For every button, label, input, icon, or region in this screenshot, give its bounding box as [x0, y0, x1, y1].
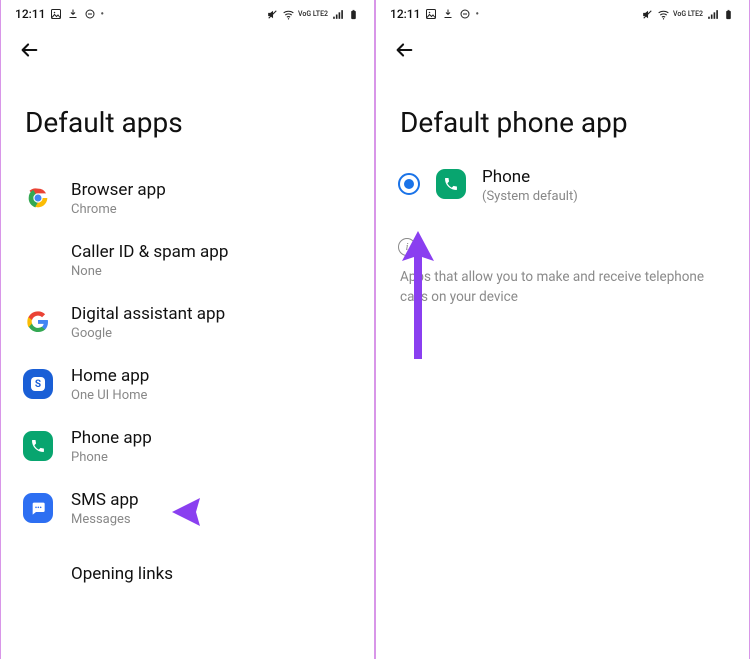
battery-icon — [347, 8, 360, 21]
option-phone[interactable]: Phone (System default) — [376, 159, 749, 212]
appbar — [376, 28, 749, 72]
status-network-label: VoG LTE2 — [673, 11, 703, 18]
back-button[interactable] — [13, 34, 45, 66]
row-sub: Messages — [71, 512, 139, 527]
row-title: Phone app — [71, 428, 152, 448]
row-caller-id-spam-app[interactable]: Caller ID & spam app None — [1, 229, 374, 291]
row-digital-assistant-app[interactable]: Digital assistant app Google — [1, 291, 374, 353]
row-phone-app[interactable]: Phone app Phone — [1, 415, 374, 477]
status-bar: 12:11 • VoG LTE2 — [1, 0, 374, 28]
google-icon — [23, 307, 53, 337]
image-icon — [424, 8, 437, 21]
row-sub: One UI Home — [71, 388, 149, 403]
download-icon — [66, 8, 79, 21]
signal-icon — [706, 8, 719, 21]
option-sub: (System default) — [482, 189, 578, 204]
row-sub: Google — [71, 326, 225, 341]
wifi-icon — [657, 8, 670, 21]
empty-icon — [23, 245, 53, 275]
phone-icon — [436, 169, 466, 199]
appbar — [1, 28, 374, 72]
signal-icon — [331, 8, 344, 21]
page-title: Default phone app — [376, 72, 749, 159]
option-title: Phone — [482, 167, 578, 187]
row-title: Digital assistant app — [71, 304, 225, 324]
status-time: 12:11 — [15, 7, 45, 21]
row-sms-app[interactable]: SMS app Messages — [1, 477, 374, 539]
row-home-app[interactable]: S Home app One UI Home — [1, 353, 374, 415]
phone-icon — [23, 431, 53, 461]
row-sub: Phone — [71, 450, 152, 465]
row-title: Browser app — [71, 180, 166, 200]
page-title: Default apps — [1, 72, 374, 159]
row-browser-app[interactable]: Browser app Chrome — [1, 167, 374, 229]
messages-icon — [23, 493, 53, 523]
phone-screen-default-apps: 12:11 • VoG LTE2 — [0, 0, 375, 659]
back-button[interactable] — [388, 34, 420, 66]
dnd-icon — [83, 8, 96, 21]
status-overflow-dot: • — [100, 9, 104, 20]
info-icon: i — [398, 238, 416, 256]
default-apps-list: Browser app Chrome Caller ID & spam app … — [1, 159, 374, 601]
battery-icon — [722, 8, 735, 21]
row-title: SMS app — [71, 490, 139, 510]
info-description: Apps that allow you to make and receive … — [376, 262, 749, 307]
mute-icon — [641, 8, 654, 21]
row-sub: None — [71, 264, 228, 279]
row-opening-links[interactable]: Opening links — [1, 539, 374, 601]
one-ui-home-icon: S — [23, 369, 53, 399]
image-icon — [49, 8, 62, 21]
row-title: Home app — [71, 366, 149, 386]
row-title: Caller ID & spam app — [71, 242, 228, 262]
wifi-icon — [282, 8, 295, 21]
phone-screen-default-phone-app: 12:11 • VoG LTE2 — [375, 0, 750, 659]
row-sub: Chrome — [71, 202, 166, 217]
status-network-label: VoG LTE2 — [298, 11, 328, 18]
radio-selected-icon — [398, 173, 420, 195]
status-overflow-dot: • — [475, 9, 479, 20]
info-icon-row: i — [376, 212, 749, 262]
dnd-icon — [458, 8, 471, 21]
mute-icon — [266, 8, 279, 21]
status-bar: 12:11 • VoG LTE2 — [376, 0, 749, 28]
empty-icon — [23, 559, 53, 589]
chrome-icon — [23, 183, 53, 213]
row-title: Opening links — [71, 564, 173, 584]
download-icon — [441, 8, 454, 21]
status-time: 12:11 — [390, 7, 420, 21]
